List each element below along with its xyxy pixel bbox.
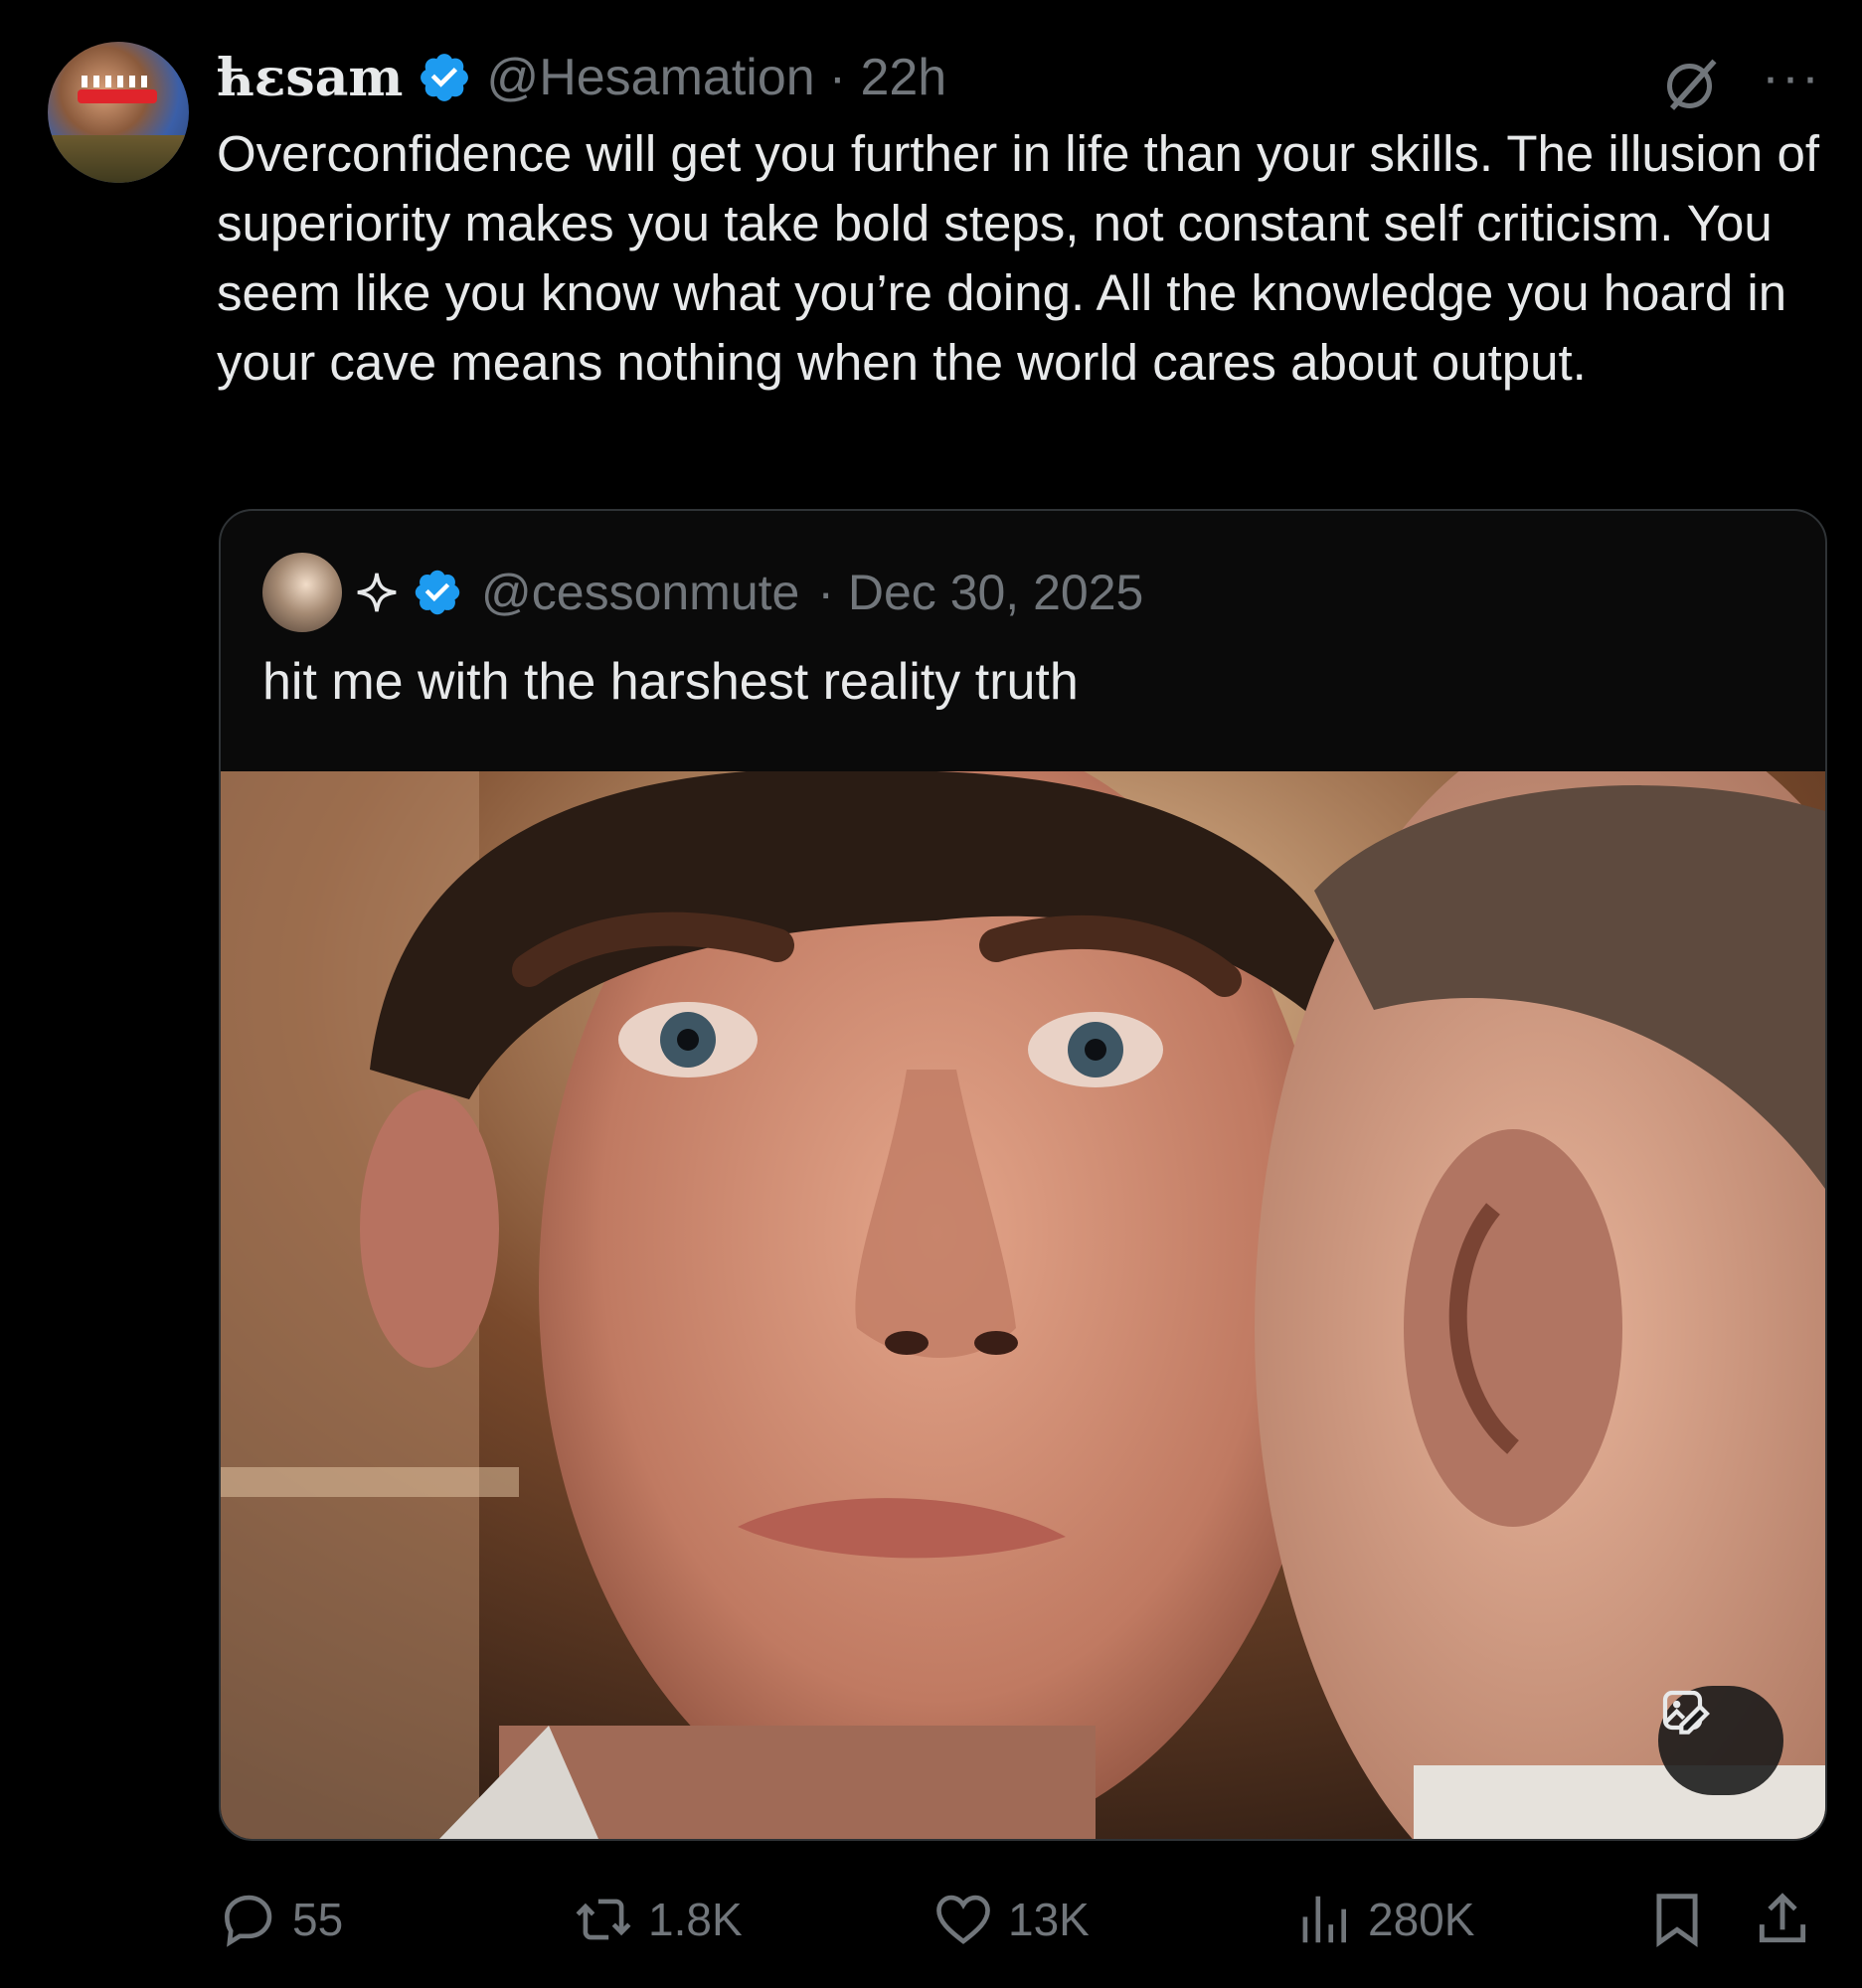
author-avatar[interactable] — [48, 42, 189, 183]
sparkle-icon — [357, 573, 397, 612]
repost-button[interactable]: 1.8K — [573, 1885, 743, 1954]
more-icon[interactable]: ··· — [1762, 50, 1821, 103]
repost-icon — [576, 1899, 631, 1940]
quoted-author-handle[interactable]: @cessonmute — [481, 564, 799, 621]
edit-image-button[interactable] — [1658, 1686, 1783, 1795]
avatar-crown — [82, 76, 153, 87]
author-handle[interactable]: @Hesamation — [486, 48, 814, 107]
heart-icon — [936, 1895, 990, 1944]
reply-count: 55 — [292, 1894, 344, 1945]
reply-icon — [225, 1895, 272, 1947]
image-illustration — [221, 771, 1825, 1839]
like-button[interactable]: 13K — [932, 1885, 1090, 1954]
quoted-tweet-image[interactable] — [221, 771, 1825, 1839]
grok-icon[interactable] — [1662, 54, 1722, 113]
avatar-shoulder — [48, 135, 189, 183]
reply-button[interactable]: 55 — [217, 1885, 343, 1954]
tweet-text: Overconfidence will get you further in l… — [217, 125, 1820, 391]
tweet-header: ћεsam @Hesamation · 22h — [217, 48, 947, 108]
quoted-tweet-header: @cessonmute · Dec 30, 2025 — [262, 553, 1143, 632]
bookmark-icon — [1656, 1894, 1698, 1948]
share-icon — [1759, 1893, 1806, 1943]
author-name[interactable]: ћεsam — [217, 48, 403, 108]
views-count: 280K — [1368, 1894, 1475, 1945]
verified-badge-icon[interactable] — [417, 50, 472, 105]
share-button[interactable] — [1752, 1885, 1813, 1954]
analytics-icon — [1302, 1896, 1346, 1943]
repost-count: 1.8K — [648, 1894, 743, 1945]
action-bar: 55 1.8K 13K 280K — [217, 1885, 1827, 1954]
quoted-tweet[interactable]: @cessonmute · Dec 30, 2025 hit me with t… — [219, 509, 1827, 1841]
avatar-headband — [78, 89, 157, 103]
bookmark-button[interactable] — [1646, 1885, 1708, 1954]
quoted-post-time[interactable]: · Dec 30, 2025 — [817, 564, 1143, 621]
quoted-tweet-text: hit me with the harshest reality truth — [262, 653, 1079, 711]
like-count: 13K — [1008, 1894, 1090, 1945]
quoted-author-avatar[interactable] — [262, 553, 342, 632]
tweet: ћεsam @Hesamation · 22h ··· Overconfiden… — [0, 0, 1862, 1988]
edit-image-icon — [1662, 1690, 1710, 1735]
views-button[interactable]: 280K — [1292, 1885, 1474, 1954]
verified-badge-icon[interactable] — [412, 567, 463, 618]
post-time[interactable]: · 22h — [829, 48, 947, 107]
